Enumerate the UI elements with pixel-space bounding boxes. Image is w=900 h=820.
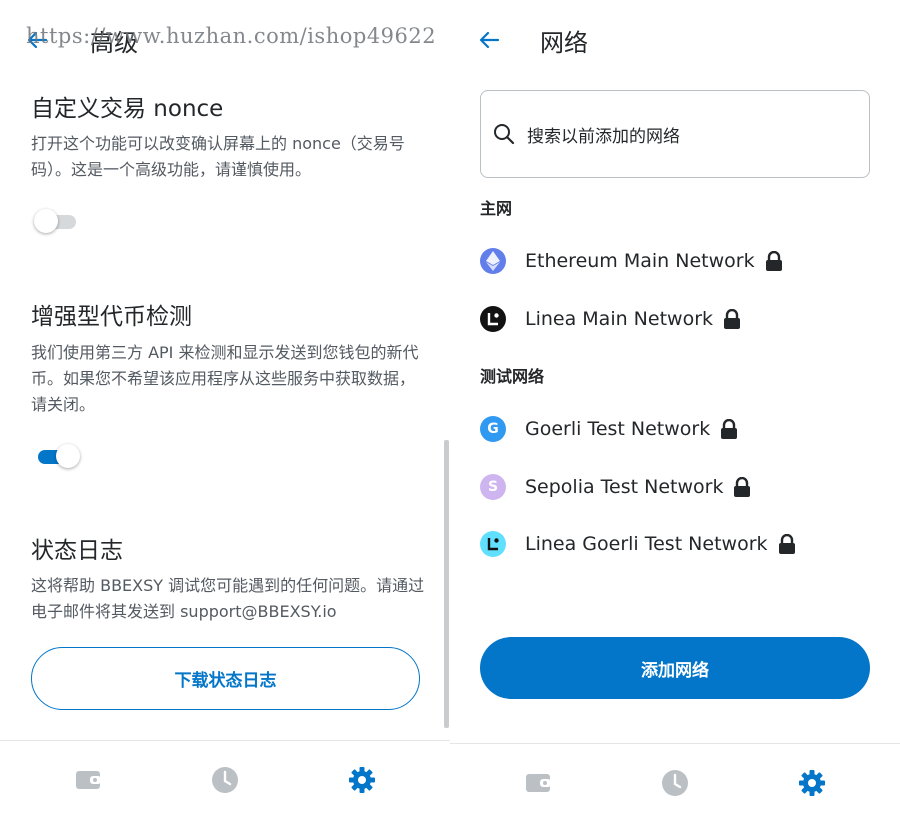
settings-gear-icon[interactable] <box>347 765 377 795</box>
back-arrow-icon[interactable] <box>478 29 500 51</box>
download-state-logs-button[interactable]: 下载状态日志 <box>31 647 420 710</box>
custom-nonce-description: 打开这个功能可以改变确认屏幕上的 nonce（交易号码）。这是一个高级功能，请谨… <box>31 134 405 179</box>
network-name: Linea Main Network <box>525 308 714 330</box>
ethereum-logo-icon <box>480 248 506 274</box>
state-logs-description: 这将帮助 BBEXSY 调试您可能遇到的任何问题。请通过电子邮件将其发送到 su… <box>31 576 425 621</box>
add-network-button[interactable]: 添加网络 <box>480 637 870 699</box>
lock-icon <box>723 308 741 329</box>
search-placeholder: 搜索以前添加的网络 <box>527 126 680 147</box>
network-row-ethereum[interactable]: Ethereum Main Network <box>480 241 870 281</box>
network-search-input[interactable]: 搜索以前添加的网络 <box>480 90 870 178</box>
scrollbar[interactable] <box>444 440 449 728</box>
mainnet-group-label: 主网 <box>480 199 513 218</box>
activity-clock-icon[interactable] <box>210 765 240 795</box>
advanced-settings-screen: 高级 自定义交易 nonce 打开这个功能可以改变确认屏幕上的 nonce（交易… <box>0 0 450 820</box>
header: 网络 <box>478 18 588 62</box>
activity-clock-icon[interactable] <box>660 768 690 798</box>
networks-screen: 网络 搜索以前添加的网络 主网 Ethereum Main Network Li… <box>450 0 900 820</box>
search-icon <box>493 123 515 145</box>
custom-nonce-toggle[interactable] <box>34 209 76 233</box>
network-name: Goerli Test Network <box>525 418 711 440</box>
lock-icon <box>765 250 783 271</box>
testnet-group-label: 测试网络 <box>480 367 545 386</box>
goerli-avatar-icon: G <box>480 416 506 442</box>
lock-icon <box>778 533 796 554</box>
settings-gear-icon[interactable] <box>797 768 827 798</box>
network-row-sepolia[interactable]: S Sepolia Test Network <box>480 467 870 507</box>
bottom-tab-bar <box>0 740 450 818</box>
toggle-knob <box>56 444 80 468</box>
wallet-icon[interactable] <box>74 765 104 795</box>
wallet-icon[interactable] <box>524 768 554 798</box>
network-name: Ethereum Main Network <box>525 250 755 272</box>
token-detection-toggle[interactable] <box>34 444 80 468</box>
custom-nonce-title: 自定义交易 nonce <box>31 96 224 122</box>
token-detection-description: 我们使用第三方 API 来检测和显示发送到您钱包的新代币。如果您不希望该应用程序… <box>31 343 419 414</box>
sepolia-avatar-icon: S <box>480 474 506 500</box>
page-title: 网络 <box>540 28 588 57</box>
bottom-tab-bar <box>450 743 900 820</box>
token-detection-title: 增强型代币检测 <box>31 304 192 330</box>
network-row-linea-goerli[interactable]: Linea Goerli Test Network <box>480 524 870 564</box>
linea-logo-icon <box>480 306 506 332</box>
toggle-knob <box>34 209 58 233</box>
lock-icon <box>720 418 738 439</box>
watermark-text: https://www.huzhan.com/ishop49622 <box>26 24 437 48</box>
network-row-linea[interactable]: Linea Main Network <box>480 299 870 339</box>
network-row-goerli[interactable]: G Goerli Test Network <box>480 409 870 449</box>
lock-icon <box>733 476 751 497</box>
network-name: Sepolia Test Network <box>525 476 724 498</box>
linea-goerli-logo-icon <box>480 531 506 557</box>
state-logs-title: 状态日志 <box>31 538 123 564</box>
network-name: Linea Goerli Test Network <box>525 533 768 555</box>
